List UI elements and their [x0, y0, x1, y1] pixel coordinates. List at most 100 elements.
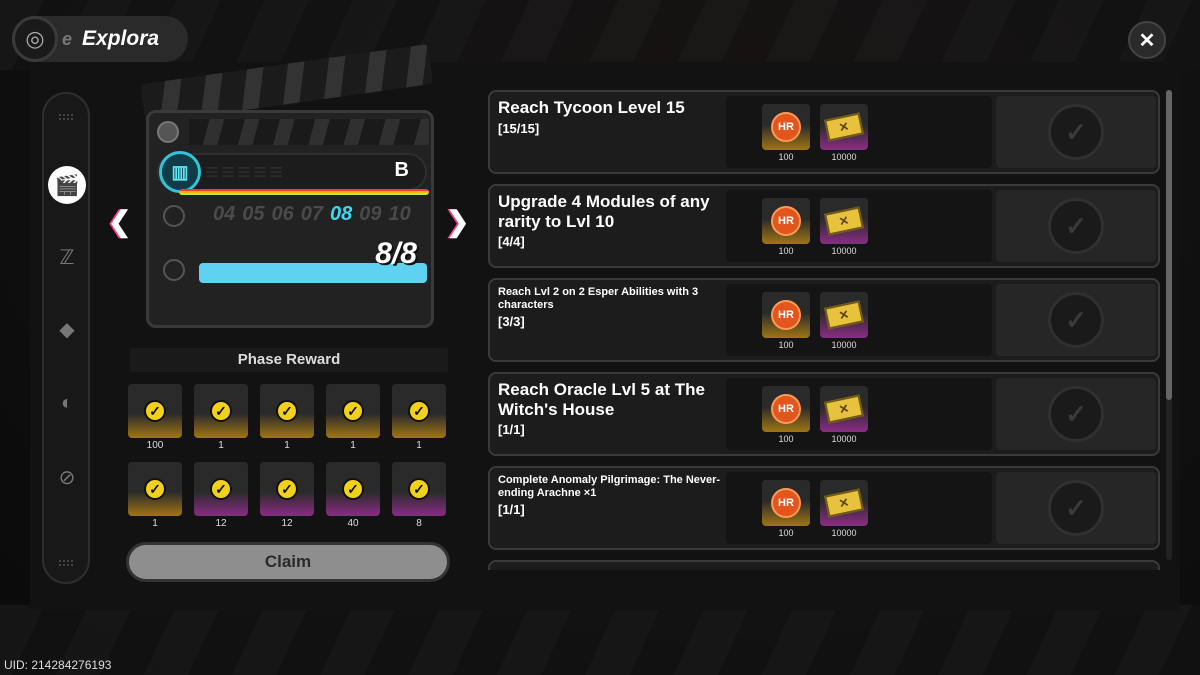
nav-item-clapperboard[interactable]: 🎬: [48, 166, 86, 204]
task-row-partial: [488, 560, 1160, 570]
day-number: 04: [213, 203, 236, 225]
task-reward-item[interactable]: ✕ 10000: [820, 198, 868, 256]
task-reward-amount: 100: [778, 246, 794, 256]
task-reward-amount: 100: [778, 528, 794, 538]
task-title: Reach Tycoon Level 15: [498, 98, 685, 117]
day-number: 07: [300, 203, 323, 225]
clapperboard: ▥ ≡≡≡≡≡ B 04 05 06 07 08 09 10 8/8: [140, 44, 440, 330]
reward-icon: ✓: [128, 384, 182, 438]
reel-icon: [163, 205, 185, 227]
task-title: Reach Lvl 2 on 2 Esper Abilities with 3 …: [498, 286, 699, 311]
reward-icon: ✓: [194, 384, 248, 438]
next-arrow-button[interactable]: ❯: [446, 205, 469, 238]
check-icon: ✓: [210, 478, 232, 500]
scroll-thumb[interactable]: [1166, 90, 1172, 400]
city-logo-icon: ▥: [159, 151, 201, 193]
reward-count: 40: [347, 518, 359, 529]
progress-text: 8/8: [375, 237, 417, 270]
task-reward-item[interactable]: HR 100: [762, 198, 810, 256]
task-row: Complete Anomaly Pilgrimage: The Never-e…: [488, 466, 1160, 550]
reward-icon: ✓: [392, 384, 446, 438]
task-reward-amount: 10000: [831, 340, 857, 350]
task-reward-amount: 100: [778, 152, 794, 162]
nav-item-helmet[interactable]: ◐: [48, 384, 86, 422]
clapper-board: ▥ ≡≡≡≡≡ B 04 05 06 07 08 09 10 8/8: [146, 110, 434, 328]
check-icon: ✓: [210, 400, 232, 422]
task-reward-item[interactable]: HR 100: [762, 480, 810, 538]
side-nav: 🎬 ℤ ◆ ◐ ⊘: [42, 92, 90, 584]
reward-count: 8: [416, 518, 422, 529]
screw-icon: [157, 121, 179, 143]
task-reward-amount: 100: [778, 340, 794, 350]
task-reward-item[interactable]: ✕ 10000: [820, 480, 868, 538]
page-title: Explora: [82, 27, 160, 50]
task-reward-item[interactable]: HR 100: [762, 292, 810, 350]
reward-icon: ✓: [260, 384, 314, 438]
task-progress: [1/1]: [498, 422, 525, 438]
phase-reward-item[interactable]: ✓ 8: [392, 462, 446, 530]
completed-check-icon: ✓: [1048, 198, 1104, 254]
task-reward-item[interactable]: ✕ 10000: [820, 104, 868, 162]
check-icon: ✓: [144, 478, 166, 500]
phase-reward-item[interactable]: ✓ 12: [260, 462, 314, 530]
reward-count: 1: [284, 440, 290, 451]
rainbow-strip: [179, 189, 429, 195]
task-info: Upgrade 4 Modules of any rarity to Lvl 1…: [498, 192, 726, 260]
phase-reward-label: Phase Reward: [130, 348, 448, 372]
completed-check-icon: ✓: [1048, 480, 1104, 536]
task-info: Complete Anomaly Pilgrimage: The Never-e…: [498, 474, 726, 542]
phase-reward-item[interactable]: ✓ 40: [326, 462, 380, 530]
reward-count: 1: [350, 440, 356, 451]
task-row: Reach Oracle Lvl 5 at The Witch's House […: [488, 372, 1160, 456]
task-rewards: HR 100 ✕ 10000: [726, 378, 992, 450]
shard-icon: ◆: [59, 318, 75, 341]
logo-band: ▥ ≡≡≡≡≡ B: [157, 151, 429, 195]
prev-arrow-button[interactable]: ❮: [108, 205, 131, 238]
phase-reward-item[interactable]: ✓ 12: [194, 462, 248, 530]
claim-button[interactable]: Claim: [126, 542, 450, 582]
check-icon: ✓: [408, 400, 430, 422]
completed-check-icon: ✓: [1048, 292, 1104, 348]
check-icon: ✓: [342, 400, 364, 422]
phase-reward-item[interactable]: ✓ 1: [260, 384, 314, 452]
task-reward-amount: 10000: [831, 528, 857, 538]
logo-wordmark: ≡≡≡≡≡: [205, 159, 286, 186]
phase-reward-item[interactable]: ✓ 1: [128, 462, 182, 530]
task-info: Reach Tycoon Level 15 [15/15]: [498, 98, 726, 166]
nav-item-z-logo[interactable]: ℤ: [48, 238, 86, 276]
task-complete-slot: ✓: [996, 284, 1156, 356]
check-icon: ✓: [408, 478, 430, 500]
task-reward-item[interactable]: HR 100: [762, 386, 810, 444]
task-progress: [15/15]: [498, 120, 540, 136]
task-list-scrollbar[interactable]: [1166, 90, 1172, 560]
clapperboard-icon: 🎬: [54, 174, 80, 197]
phase-reward-item[interactable]: ✓ 1: [194, 384, 248, 452]
task-complete-slot: ✓: [996, 472, 1156, 544]
task-reward-item[interactable]: HR 100: [762, 104, 810, 162]
nav-item-shard[interactable]: ◆: [48, 310, 86, 348]
reward-icon: ✓: [260, 462, 314, 516]
reward-icon: ✓: [194, 462, 248, 516]
close-button[interactable]: ✕: [1128, 21, 1166, 59]
phase-reward-item[interactable]: ✓ 1: [392, 384, 446, 452]
phase-reward-item[interactable]: ✓ 100: [128, 384, 182, 452]
day-number: 08: [330, 203, 353, 225]
nav-bottom-grip: [59, 560, 73, 566]
task-row: Reach Tycoon Level 15 [15/15] HR 100 ✕ 10000 ✓: [488, 90, 1160, 174]
hr-token-icon: HR: [762, 104, 810, 150]
task-reward-item[interactable]: ✕ 10000: [820, 386, 868, 444]
nav-item-eye-slash[interactable]: ⊘: [48, 458, 86, 496]
reward-count: 1: [152, 518, 158, 529]
check-icon: ✓: [342, 478, 364, 500]
hr-token-icon: HR: [762, 292, 810, 338]
task-reward-amount: 10000: [831, 434, 857, 444]
task-reward-item[interactable]: ✕ 10000: [820, 292, 868, 350]
board-stripes: [189, 119, 429, 145]
task-title: Complete Anomaly Pilgrimage: The Never-e…: [498, 474, 721, 499]
uid-text: UID: 214284276193: [4, 658, 112, 672]
check-icon: ✓: [144, 400, 166, 422]
task-rewards: HR 100 ✕ 10000: [726, 472, 992, 544]
task-rewards: HR 100 ✕ 10000: [726, 190, 992, 262]
phase-reward-item[interactable]: ✓ 1: [326, 384, 380, 452]
background-stripe-bottom: [0, 605, 1200, 675]
